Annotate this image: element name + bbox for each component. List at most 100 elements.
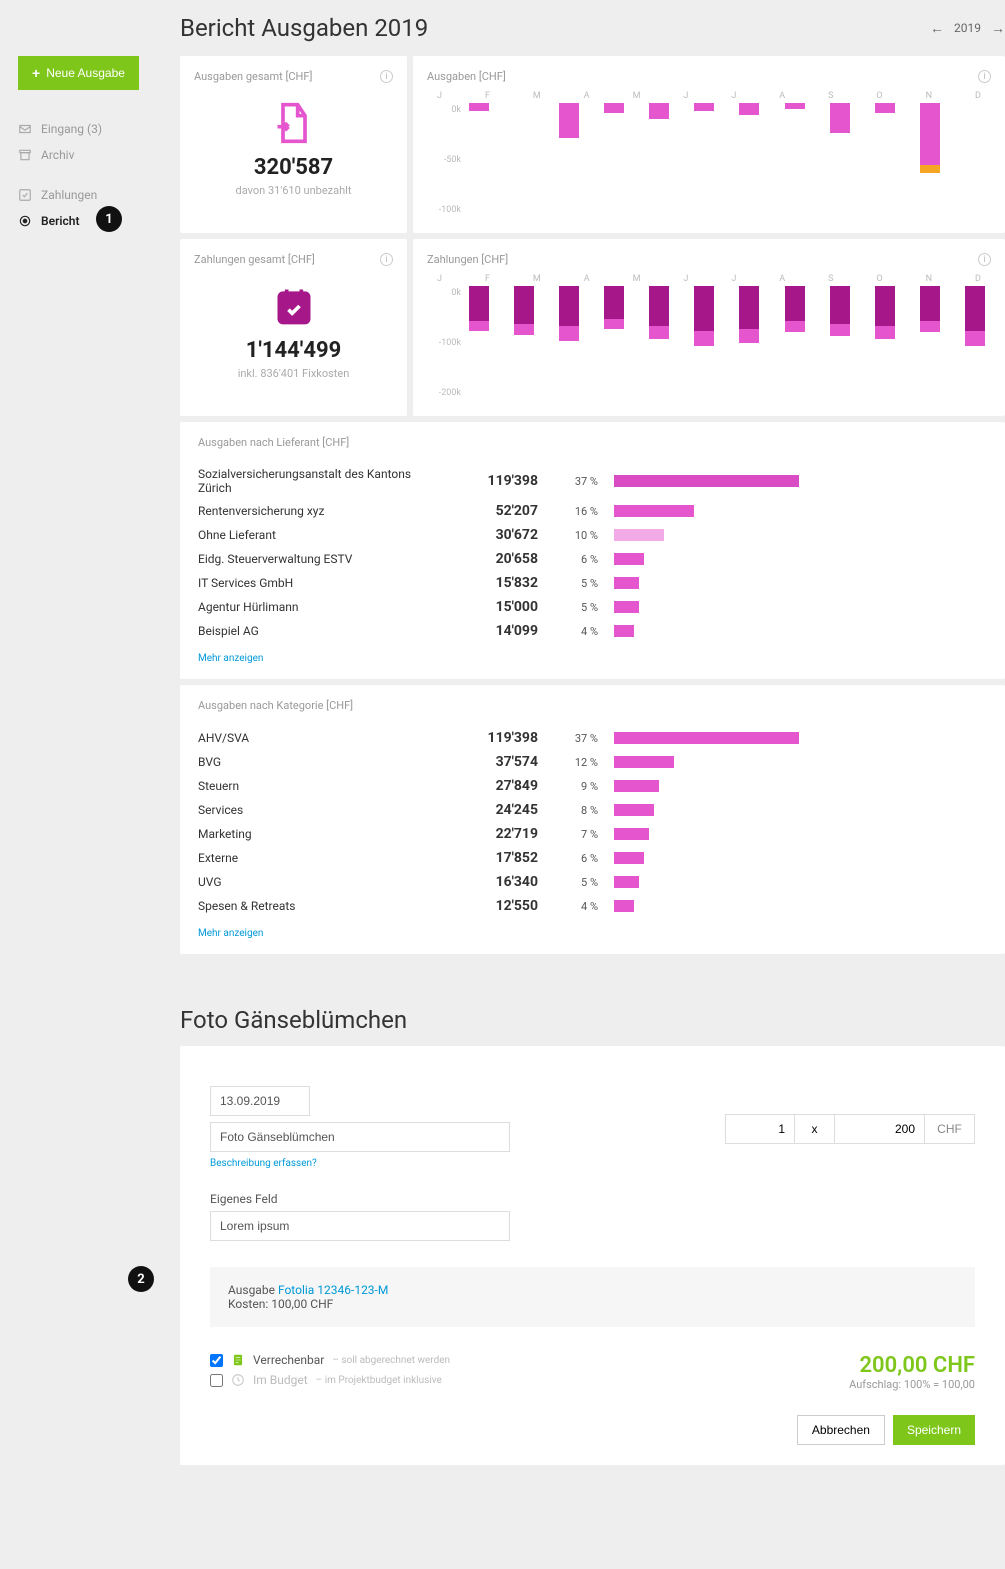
list-pct: 37 % bbox=[548, 475, 598, 488]
sidebar-item-archiv[interactable]: Archiv bbox=[18, 142, 165, 168]
list-value: 119'398 bbox=[448, 473, 538, 489]
list-pct: 16 % bbox=[548, 505, 598, 518]
info-icon[interactable]: i bbox=[380, 253, 393, 266]
list-name: Ohne Lieferant bbox=[198, 528, 438, 542]
lieferant-more-link[interactable]: Mehr anzeigen bbox=[198, 653, 263, 664]
list-bar bbox=[614, 601, 639, 613]
plus-icon: + bbox=[32, 65, 40, 81]
card-ausgaben-header: Ausgaben gesamt [CHF] bbox=[194, 70, 312, 83]
list-bar bbox=[614, 475, 799, 487]
annotation-badge-1: 1 bbox=[96, 206, 122, 232]
description-link[interactable]: Beschreibung erfassen? bbox=[210, 1158, 317, 1169]
list-row: Spesen & Retreats12'5504 % bbox=[198, 894, 987, 918]
ausgaben-chart: JFMAMJJASOND0k-50k-100k bbox=[427, 91, 991, 219]
custom-field-input[interactable] bbox=[210, 1211, 510, 1241]
list-row: Rentenversicherung xyz52'20716 % bbox=[198, 499, 987, 523]
sidebar-item-bericht[interactable]: Bericht 1 bbox=[18, 208, 165, 234]
year-value: 2019 bbox=[954, 21, 981, 35]
list-row: BVG37'57412 % bbox=[198, 750, 987, 774]
list-row: Marketing 22'719 7 % bbox=[198, 822, 987, 846]
list-pct: 10 % bbox=[548, 529, 598, 542]
list-value: 30'672 bbox=[448, 527, 538, 543]
qty-input[interactable] bbox=[725, 1114, 795, 1144]
list-name: Sozialversicherungsanstalt des Kantons Z… bbox=[198, 467, 438, 495]
page-title: Bericht Ausgaben 2019 bbox=[180, 14, 428, 42]
new-ausgabe-button[interactable]: + Neue Ausgabe bbox=[18, 56, 139, 90]
list-row: Services24'2458 % bbox=[198, 798, 987, 822]
card-ausgaben-chart: Ausgaben [CHF] i JFMAMJJASOND0k-50k-100k bbox=[413, 56, 1005, 233]
receipt-icon bbox=[231, 1353, 245, 1367]
save-button[interactable]: Speichern bbox=[893, 1415, 975, 1445]
total-sub: Aufschlag: 100% = 100,00 bbox=[849, 1378, 975, 1391]
list-bar bbox=[614, 553, 644, 565]
list-name: Marketing bbox=[198, 827, 438, 841]
list-row: Eidg. Steuerverwaltung ESTV20'6586 % bbox=[198, 547, 987, 571]
list-pct: 9 % bbox=[548, 780, 598, 793]
list-pct: 5 % bbox=[548, 876, 598, 889]
list-bar bbox=[614, 828, 649, 840]
list-name: Steuern bbox=[198, 779, 438, 793]
list-pct: 37 % bbox=[548, 732, 598, 745]
mail-icon bbox=[18, 122, 32, 136]
title-input[interactable] bbox=[210, 1122, 510, 1152]
custom-field-label: Eigenes Feld bbox=[210, 1192, 510, 1206]
list-row: Externe17'8526 % bbox=[198, 846, 987, 870]
list-name: UVG bbox=[198, 875, 438, 889]
sidebar-item-zahlungen[interactable]: Zahlungen bbox=[18, 182, 165, 208]
list-row: IT Services GmbH15'8325 % bbox=[198, 571, 987, 595]
billable-label: Verrechenbar bbox=[253, 1353, 324, 1367]
list-value: 37'574 bbox=[448, 754, 538, 770]
list-pct: 4 % bbox=[548, 900, 598, 913]
list-bar bbox=[614, 625, 634, 637]
list-pct: 5 % bbox=[548, 577, 598, 590]
list-bar bbox=[614, 780, 659, 792]
zahlungen-total-sub: inkl. 836'401 Fixkosten bbox=[194, 367, 393, 380]
list-value: 12'550 bbox=[448, 898, 538, 914]
sidebar-item-eingang[interactable]: Eingang (3) bbox=[18, 116, 165, 142]
sidebar-item-label: Zahlungen bbox=[41, 188, 97, 202]
budget-label: Im Budget bbox=[253, 1373, 308, 1387]
list-value: 15'000 bbox=[448, 599, 538, 615]
list-name: Externe bbox=[198, 851, 438, 865]
form-card: 2 Beschreibung erfassen? Eigenes Feld bbox=[180, 1046, 1005, 1465]
list-value: 16'340 bbox=[448, 874, 538, 890]
year-nav: ← 2019 → bbox=[930, 20, 1005, 37]
list-value: 22'719 bbox=[448, 826, 538, 842]
list-row: Ohne Lieferant 30'672 10 % bbox=[198, 523, 987, 547]
list-row: Steuern27'8499 % bbox=[198, 774, 987, 798]
card-zahlungen-chart: Zahlungen [CHF] i JFMAMJJASOND0k-100k-20… bbox=[413, 239, 1005, 416]
list-value: 119'398 bbox=[448, 730, 538, 746]
date-input[interactable] bbox=[210, 1086, 310, 1116]
list-pct: 12 % bbox=[548, 756, 598, 769]
list-bar bbox=[614, 732, 799, 744]
list-bar bbox=[614, 756, 674, 768]
year-prev-arrow-icon[interactable]: ← bbox=[930, 20, 944, 37]
year-next-arrow-icon[interactable]: → bbox=[991, 20, 1005, 37]
form-title: Foto Gänseblümchen bbox=[180, 994, 1005, 1046]
list-row: Beispiel AG14'0994 % bbox=[198, 619, 987, 643]
linked-expense-box: Ausgabe Fotolia 12346-123-M Kosten: 100,… bbox=[210, 1267, 975, 1327]
list-name: Agentur Hürlimann bbox=[198, 600, 438, 614]
billable-checkbox[interactable] bbox=[210, 1354, 223, 1367]
info-icon[interactable]: i bbox=[978, 253, 991, 266]
list-pct: 7 % bbox=[548, 828, 598, 841]
cancel-button[interactable]: Abbrechen bbox=[797, 1415, 885, 1445]
list-value: 20'658 bbox=[448, 551, 538, 567]
linked-expense-ref[interactable]: Fotolia 12346-123-M bbox=[278, 1283, 388, 1297]
list-row: Sozialversicherungsanstalt des Kantons Z… bbox=[198, 463, 987, 499]
card-ausgaben-chart-header: Ausgaben [CHF] bbox=[427, 70, 506, 83]
card-ausgaben-total: Ausgaben gesamt [CHF] i 320'587 davon 31… bbox=[180, 56, 407, 233]
info-icon[interactable]: i bbox=[978, 70, 991, 83]
op-input[interactable] bbox=[795, 1114, 835, 1144]
info-icon[interactable]: i bbox=[380, 70, 393, 83]
budget-checkbox[interactable] bbox=[210, 1374, 223, 1387]
kategorie-more-link[interactable]: Mehr anzeigen bbox=[198, 928, 263, 939]
list-bar bbox=[614, 804, 654, 816]
list-value: 15'832 bbox=[448, 575, 538, 591]
sidebar-item-label: Bericht bbox=[41, 214, 80, 228]
price-input[interactable] bbox=[835, 1114, 925, 1144]
sidebar-item-label: Archiv bbox=[41, 148, 74, 162]
list-row: Agentur Hürlimann15'0005 % bbox=[198, 595, 987, 619]
currency-input[interactable] bbox=[925, 1114, 975, 1144]
list-name: Eidg. Steuerverwaltung ESTV bbox=[198, 552, 438, 566]
